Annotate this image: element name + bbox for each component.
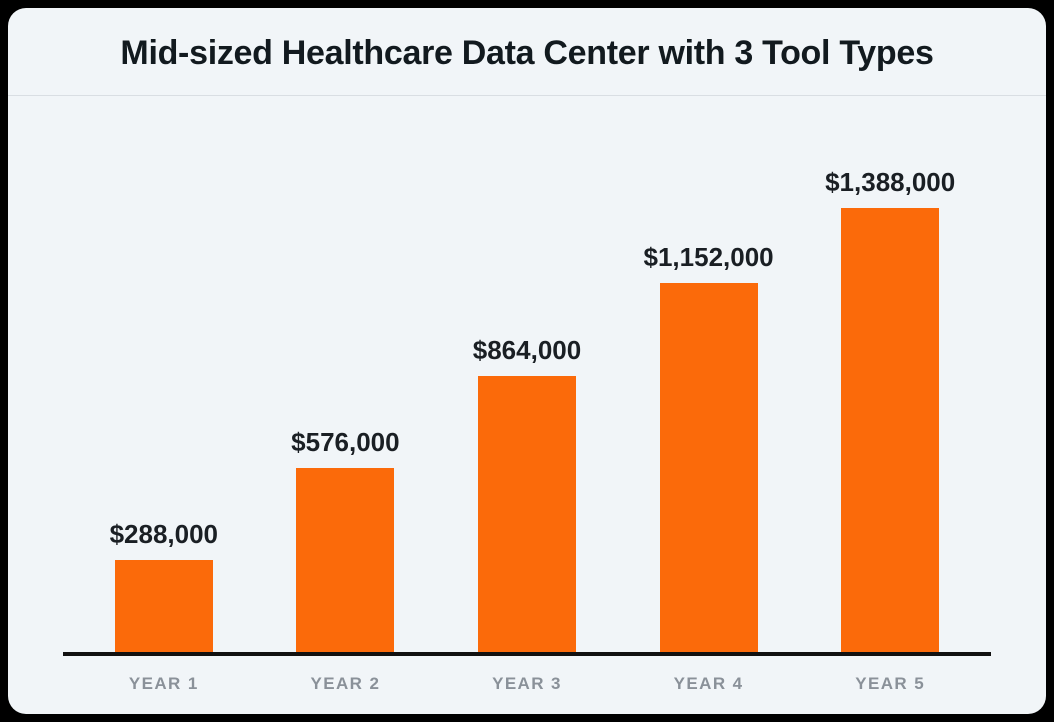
bar-col-year5: $1,388,000 [799, 126, 981, 652]
chart-area: $288,000 $576,000 $864,000 $1,152,000 $1… [8, 96, 1046, 714]
x-tick-year1: YEAR 1 [73, 674, 255, 694]
chart-plot: $288,000 $576,000 $864,000 $1,152,000 $1… [63, 126, 991, 656]
x-axis: YEAR 1 YEAR 2 YEAR 3 YEAR 4 YEAR 5 [63, 656, 991, 694]
chart-card: Mid-sized Healthcare Data Center with 3 … [8, 8, 1046, 714]
bar-value-label: $864,000 [473, 335, 581, 366]
x-tick-year2: YEAR 2 [255, 674, 437, 694]
bar-year1 [115, 560, 213, 652]
bar-year5 [841, 208, 939, 652]
bar-col-year4: $1,152,000 [618, 126, 800, 652]
bar-col-year3: $864,000 [436, 126, 618, 652]
bar-year2 [296, 468, 394, 652]
bar-value-label: $1,152,000 [644, 242, 774, 273]
chart-header: Mid-sized Healthcare Data Center with 3 … [8, 8, 1046, 96]
x-tick-year3: YEAR 3 [436, 674, 618, 694]
x-tick-year5: YEAR 5 [799, 674, 981, 694]
bar-value-label: $576,000 [291, 427, 399, 458]
bar-value-label: $1,388,000 [825, 167, 955, 198]
x-tick-year4: YEAR 4 [618, 674, 800, 694]
bar-year4 [660, 283, 758, 652]
bar-year3 [478, 376, 576, 652]
bar-value-label: $288,000 [110, 519, 218, 550]
chart-title: Mid-sized Healthcare Data Center with 3 … [48, 34, 1006, 73]
bar-col-year1: $288,000 [73, 126, 255, 652]
bar-col-year2: $576,000 [255, 126, 437, 652]
